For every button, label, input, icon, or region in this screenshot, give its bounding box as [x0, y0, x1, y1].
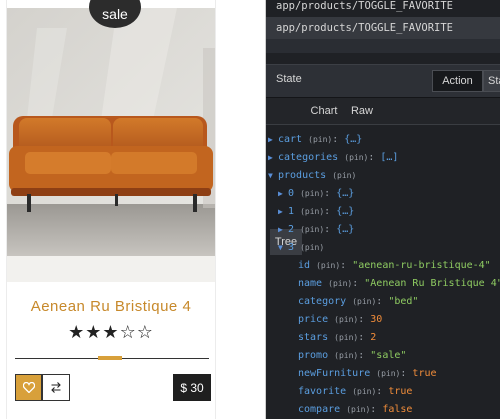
tab-action[interactable]: Action: [432, 70, 483, 92]
tree-node-product-0[interactable]: ▶ 0 (pin): {…}: [278, 185, 354, 203]
photo-strip: [7, 256, 215, 282]
expand-arrow-icon[interactable]: ▶: [268, 149, 278, 167]
swap-arrows-icon: [51, 382, 61, 393]
collapse-arrow-icon[interactable]: ▼: [268, 167, 278, 185]
tree-field-compare[interactable]: compare (pin): false: [298, 401, 412, 419]
product-card: sale Aenean Ru Bristique 4 ★★★☆☆ $ 30: [6, 0, 216, 419]
tree-field-name[interactable]: name (pin): "Aenean Ru Bristique 4": [298, 275, 500, 293]
rating-stars: ★★★☆☆: [68, 322, 154, 343]
tree-field-promo[interactable]: promo (pin): "sale": [298, 347, 406, 365]
product-photo[interactable]: [7, 8, 215, 256]
tab-chart[interactable]: Chart: [308, 98, 340, 124]
tree-field-price[interactable]: price (pin): 30: [298, 311, 382, 329]
action-list-item[interactable]: app/products/TOGGLE_FAVORITE: [266, 0, 500, 17]
view-tabs: Tree Chart Raw: [266, 98, 500, 255]
tree-node-products[interactable]: ▼ products (pin): [268, 167, 356, 185]
expand-arrow-icon[interactable]: ▶: [278, 185, 288, 203]
expand-arrow-icon[interactable]: ▶: [268, 131, 278, 149]
expand-arrow-icon[interactable]: ▶: [278, 203, 288, 221]
tree-node-cart[interactable]: ▶ cart (pin): {…}: [268, 131, 362, 149]
tree-field-category[interactable]: category (pin): "bed": [298, 293, 418, 311]
product-name[interactable]: Aenean Ru Bristique 4: [7, 298, 215, 315]
tab-state[interactable]: State: [483, 70, 500, 92]
tree-field-id[interactable]: id (pin): "aenean-ru-bristique-4": [298, 257, 491, 275]
tree-node-product-2[interactable]: ▶ 2 (pin): {…}: [278, 221, 354, 239]
tree-field-favorite[interactable]: favorite (pin): true: [298, 383, 412, 401]
tree-node-product-3[interactable]: ▼ 3 (pin): [278, 239, 324, 257]
divider-accent: [98, 356, 122, 360]
heart-icon: [22, 382, 35, 393]
tree-node-categories[interactable]: ▶ categories (pin): […]: [268, 149, 398, 167]
expand-arrow-icon[interactable]: ▶: [278, 221, 288, 239]
tree-field-stars[interactable]: stars (pin): 2: [298, 329, 376, 347]
inspector-toolbar: State Action State: [266, 64, 500, 98]
action-list-item-selected[interactable]: app/products/TOGGLE_FAVORITE: [266, 17, 500, 39]
action-list-item[interactable]: [266, 39, 500, 53]
tab-raw[interactable]: Raw: [349, 98, 375, 124]
redux-devtools-panel: app/products/TOGGLE_FAVORITE app/product…: [266, 0, 500, 419]
product-pane: sale Aenean Ru Bristique 4 ★★★☆☆ $ 30: [0, 0, 265, 419]
sofa-image: [7, 8, 215, 256]
price-button[interactable]: $ 30: [173, 374, 211, 401]
tree-field-newfurniture[interactable]: newFurniture (pin): true: [298, 365, 437, 383]
state-title: State: [276, 73, 302, 85]
collapse-arrow-icon[interactable]: ▼: [278, 239, 288, 257]
favorite-button[interactable]: [15, 374, 42, 401]
compare-button[interactable]: [42, 374, 70, 401]
tree-node-product-1[interactable]: ▶ 1 (pin): {…}: [278, 203, 354, 221]
